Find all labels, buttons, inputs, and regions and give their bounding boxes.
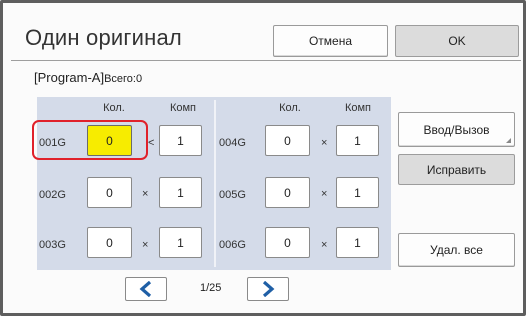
edit-button-label: Исправить bbox=[426, 162, 487, 177]
dialog-title: Один оригинал bbox=[25, 25, 182, 50]
times-sign: × bbox=[321, 188, 328, 200]
group-label: 003G bbox=[39, 239, 66, 251]
ok-button-label: OK bbox=[448, 34, 466, 48]
prev-page-button[interactable] bbox=[125, 277, 167, 301]
times-sign: × bbox=[142, 239, 149, 251]
times-sign: < bbox=[148, 137, 155, 149]
sets-input[interactable]: 1 bbox=[159, 125, 202, 156]
copies-input[interactable]: 0 bbox=[265, 125, 310, 156]
page-indicator: 1/25 bbox=[200, 282, 222, 294]
header-divider bbox=[11, 60, 521, 61]
group-label: 004G bbox=[219, 137, 246, 149]
times-sign: × bbox=[321, 239, 328, 251]
copies-input[interactable]: 0 bbox=[87, 227, 132, 258]
sets-input[interactable]: 1 bbox=[336, 177, 379, 208]
corner-mark-icon bbox=[506, 138, 511, 143]
sets-input[interactable]: 1 bbox=[159, 227, 202, 258]
sets-input[interactable]: 1 bbox=[336, 227, 379, 258]
copies-input[interactable]: 0 bbox=[87, 177, 132, 208]
times-sign: × bbox=[142, 188, 149, 200]
col-header-sets: Комп bbox=[169, 102, 197, 114]
col-header-copies-right: Кол. bbox=[279, 102, 301, 114]
sets-input[interactable]: 1 bbox=[336, 125, 379, 156]
chevron-right-icon bbox=[262, 281, 275, 297]
selection-highlight bbox=[32, 120, 148, 160]
copies-input[interactable]: 0 bbox=[265, 177, 310, 208]
group-label: 005G bbox=[219, 189, 246, 201]
cancel-button-label: Отмена bbox=[308, 34, 353, 48]
dialog-frame: Один оригинал Отмена OK [Program-A]Всего… bbox=[0, 0, 526, 316]
copies-input[interactable]: 0 bbox=[265, 227, 310, 258]
clear-all-button[interactable]: Удал. все bbox=[398, 233, 515, 267]
col-header-copies: Кол. bbox=[103, 102, 125, 114]
group-label: 006G bbox=[219, 239, 246, 251]
total-label: Всего: bbox=[104, 73, 136, 85]
next-page-button[interactable] bbox=[247, 277, 289, 301]
edit-button[interactable]: Исправить bbox=[398, 154, 515, 185]
times-sign: × bbox=[321, 137, 328, 149]
entry-recall-button[interactable]: Ввод/Вызов bbox=[398, 112, 515, 147]
group-label: 002G bbox=[39, 189, 66, 201]
col-header-sets-right: Комп bbox=[344, 102, 372, 114]
program-name: [Program-A] bbox=[34, 70, 105, 85]
chevron-left-icon bbox=[139, 281, 152, 297]
sets-input[interactable]: 1 bbox=[159, 177, 202, 208]
total-value: 0 bbox=[135, 73, 143, 85]
program-summary: [Program-A]Всего:0 bbox=[34, 70, 142, 85]
cancel-button[interactable]: Отмена bbox=[273, 25, 388, 57]
panel-divider bbox=[214, 100, 216, 267]
clear-all-label: Удал. все bbox=[430, 243, 483, 257]
entry-recall-label: Ввод/Вызов bbox=[423, 122, 490, 137]
ok-button[interactable]: OK bbox=[395, 25, 519, 57]
